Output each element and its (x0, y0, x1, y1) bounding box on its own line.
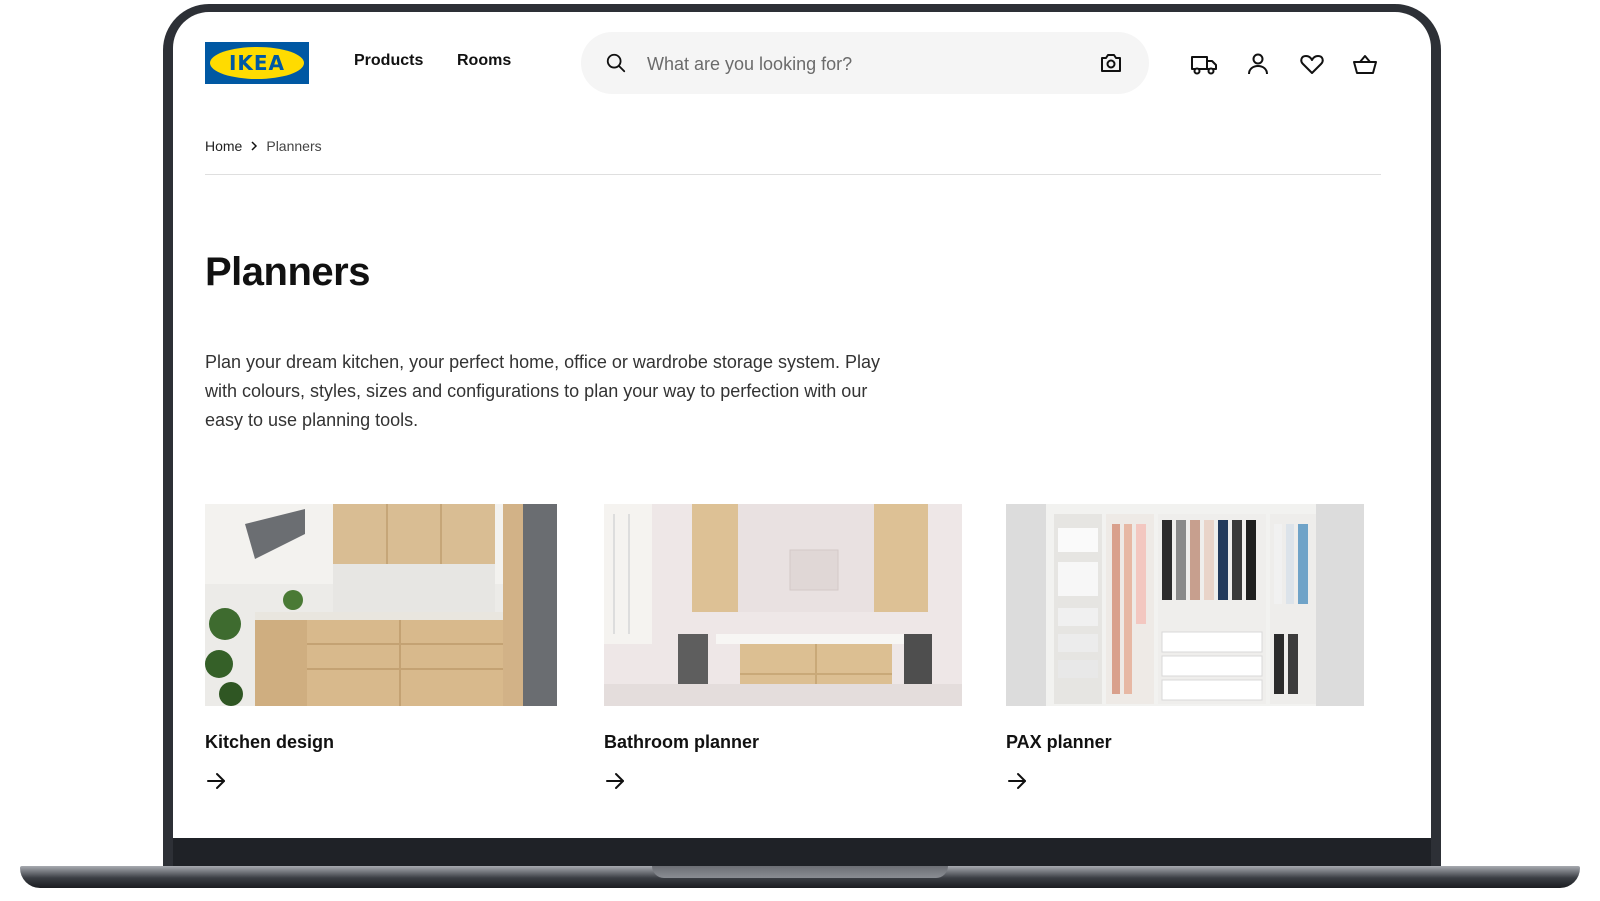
card-bathroom-planner[interactable]: Bathroom planner (604, 504, 962, 789)
user-icon[interactable] (1244, 50, 1272, 78)
chevron-right-icon (251, 141, 258, 151)
bathroom-image (604, 504, 962, 706)
page-description: Plan your dream kitchen, your perfect ho… (205, 352, 880, 430)
breadcrumb-current: Planners (266, 138, 322, 154)
delivery-truck-icon[interactable] (1190, 50, 1218, 78)
card-pax-planner[interactable]: PAX planner (1006, 504, 1364, 789)
breadcrumb: Home Planners (205, 138, 322, 154)
card-kitchen-design[interactable]: Kitchen design (205, 504, 557, 789)
kitchen-image (205, 504, 557, 706)
breadcrumb-divider (205, 174, 1381, 175)
browser-viewport: IKEA Products Rooms Home (173, 12, 1431, 838)
heart-icon[interactable] (1298, 50, 1326, 78)
arrow-right-icon[interactable] (1006, 770, 1028, 792)
card-title: Bathroom planner (604, 732, 760, 752)
card-title: Kitchen design (205, 732, 335, 752)
breadcrumb-home[interactable]: Home (205, 138, 242, 154)
search-input[interactable] (645, 48, 1079, 80)
ikea-logo[interactable]: IKEA (205, 42, 309, 84)
wardrobe-image (1006, 504, 1364, 706)
nav-rooms[interactable]: Rooms (457, 52, 511, 70)
basket-icon[interactable] (1351, 50, 1379, 78)
logo-text: IKEA (228, 51, 286, 75)
camera-icon[interactable] (1099, 51, 1123, 75)
nav-products[interactable]: Products (354, 52, 423, 70)
arrow-right-icon[interactable] (604, 770, 626, 792)
card-title: PAX planner (1006, 732, 1112, 752)
search-icon (606, 53, 626, 73)
page-title: Planners (205, 250, 370, 294)
logo-oval: IKEA (210, 47, 304, 79)
search-bar[interactable] (581, 32, 1149, 94)
arrow-right-icon[interactable] (205, 770, 227, 792)
laptop-notch (652, 866, 948, 878)
